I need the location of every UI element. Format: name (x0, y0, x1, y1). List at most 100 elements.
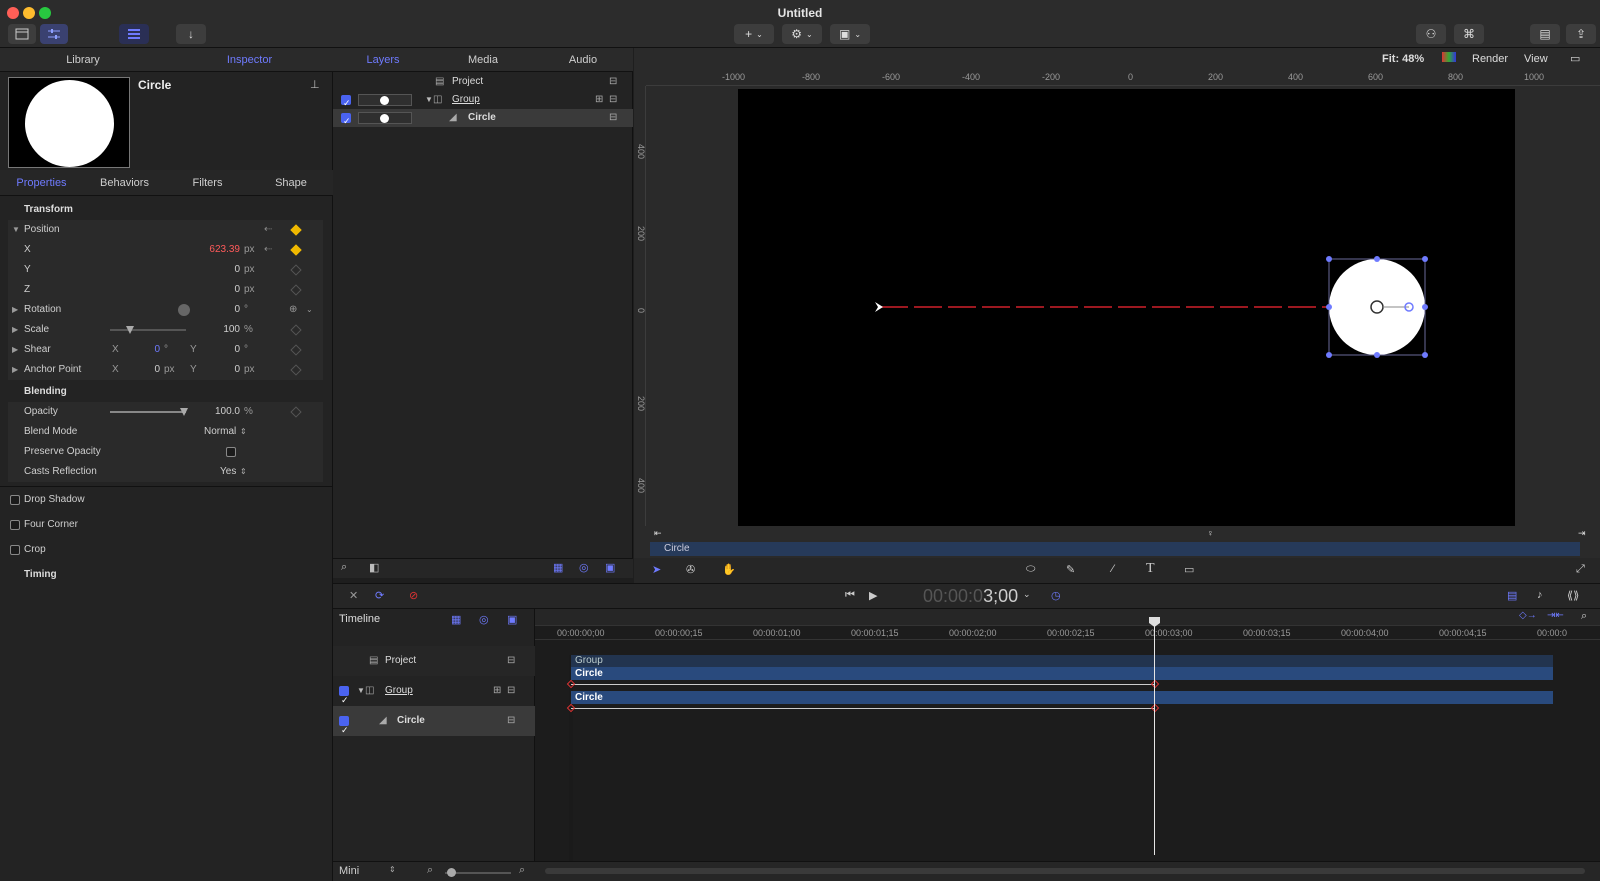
handle-top[interactable] (1374, 256, 1380, 262)
reset-arrow-icon[interactable]: ⇠ (264, 220, 272, 240)
handle-left[interactable] (1326, 304, 1332, 310)
group-type-icon[interactable]: ⊞ (595, 91, 603, 109)
view-menu[interactable]: View (1524, 53, 1548, 65)
inspector-toggle-button[interactable] (40, 24, 68, 44)
anchor-y-field[interactable]: 0 (208, 360, 240, 380)
playhead-marker-icon[interactable]: ♀ (1207, 528, 1214, 538)
new-group-icon[interactable]: ◧ (369, 561, 379, 574)
track-circle[interactable]: Circle (571, 691, 1553, 704)
crop-row[interactable]: Crop (0, 540, 315, 560)
lock-icon[interactable]: ⊟ (609, 73, 617, 91)
disclosure-open-icon[interactable]: ▼ (12, 220, 20, 240)
circle-visibility-checkbox[interactable] (339, 715, 349, 745)
keyframe-on-icon[interactable] (290, 244, 302, 256)
zoom-in-icon[interactable]: ⌕ (519, 864, 525, 877)
share-button[interactable]: ⇪ (1566, 24, 1596, 44)
layer-row-circle[interactable]: ◢ Circle ⊟ (333, 109, 633, 130)
command-button[interactable]: ⌘ (1454, 24, 1484, 44)
timeline-row-group[interactable]: ▼ ◫ Group ⊞ ⊟ (333, 676, 535, 715)
export-button[interactable]: ↓ (176, 24, 206, 44)
add-object-menu[interactable]: + ⌄ (734, 24, 774, 44)
grid-icon[interactable]: ▦ (553, 561, 563, 574)
tab-behaviors[interactable]: Behaviors (83, 170, 166, 196)
position-z-field[interactable]: 0 (188, 280, 240, 300)
circle-visibility-checkbox[interactable] (341, 112, 351, 130)
zoom-slider-knob[interactable] (447, 868, 456, 877)
crosshair-icon[interactable]: ⊕ (289, 300, 297, 320)
mask-icon[interactable]: ◎ (579, 561, 589, 574)
share-link-button[interactable]: ⚇ (1416, 24, 1446, 44)
shear-y-field[interactable]: 0 (208, 340, 240, 360)
bezier-tool-icon[interactable]: ✎ (1066, 563, 1075, 576)
paint-stroke-tool-icon[interactable]: ⁄ (1112, 563, 1114, 575)
disclosure-closed-icon[interactable]: ▶ (12, 320, 18, 340)
track-group-header[interactable]: Group (571, 655, 1553, 667)
text-tool-icon[interactable]: T (1146, 561, 1155, 577)
scale-row[interactable]: ▶ Scale 100 % (8, 320, 323, 340)
behaviors-menu[interactable]: ⚙ ⌄ (782, 24, 822, 44)
position-x-field[interactable]: 623.39 (188, 240, 240, 260)
pin-icon[interactable]: ⊥ (310, 78, 320, 91)
expand-icon[interactable]: ⤢ (1576, 563, 1585, 576)
keyframe-off-icon[interactable] (290, 264, 302, 276)
mask-tool-icon[interactable]: ▭ (1184, 563, 1194, 576)
reset-arrow-icon[interactable]: ⇠ (264, 240, 272, 260)
go-to-start-icon[interactable]: ⏮ (845, 589, 855, 602)
mask-icon[interactable]: ◎ (479, 613, 489, 626)
keyframe-nav-icon[interactable]: ◇→ (1519, 610, 1537, 621)
render-menu[interactable]: Render (1472, 53, 1508, 65)
tab-audio[interactable]: Audio (533, 48, 633, 72)
timeline-scrollbar[interactable] (545, 868, 1585, 874)
preserve-opacity-checkbox[interactable] (226, 447, 236, 457)
filters-menu[interactable]: ▣ ⌄ (830, 24, 870, 44)
tab-properties[interactable]: Properties (0, 170, 83, 196)
audio-icon[interactable]: ♪ (1537, 589, 1543, 601)
tab-library[interactable]: Library (0, 48, 166, 72)
shear-row[interactable]: ▶ Shear X 0 ° Y 0 ° (8, 340, 323, 360)
four-corner-row[interactable]: Four Corner (0, 515, 315, 535)
tab-filters[interactable]: Filters (166, 170, 249, 196)
adjust-tool-icon[interactable]: ✇ (686, 563, 695, 576)
shear-x-field[interactable]: 0 (138, 340, 160, 360)
clock-icon[interactable]: ◷ (1051, 589, 1061, 602)
scale-field[interactable]: 100 (198, 320, 240, 340)
handle-right[interactable] (1422, 304, 1428, 310)
chevron-down-icon[interactable]: ⌄ (1023, 589, 1031, 600)
blend-mode-select[interactable]: Normal (204, 422, 236, 442)
keyframe-off-icon[interactable] (290, 324, 302, 336)
updown-chevron-icon[interactable]: ⇕ (240, 422, 247, 442)
disclosure-closed-icon[interactable]: ▶ (12, 300, 18, 320)
position-row[interactable]: ▼ Position ⇠ (8, 220, 323, 240)
lock-icon[interactable]: ⊟ (609, 91, 617, 109)
in-point-icon[interactable]: ⇤ (654, 528, 662, 539)
anchor-point-row[interactable]: ▶ Anchor Point X 0 px Y 0 px (8, 360, 323, 380)
group-visibility-checkbox[interactable] (341, 94, 351, 112)
keyframe-editor-icon[interactable]: ⟪⟫ (1567, 589, 1579, 602)
lock-icon[interactable]: ⊟ (609, 109, 617, 127)
loop-icon[interactable]: ⟳ (375, 589, 384, 602)
chevron-down-icon[interactable]: ⌄ (306, 300, 313, 320)
scale-slider[interactable] (110, 329, 186, 331)
disclosure-closed-icon[interactable]: ▶ (12, 360, 18, 380)
timeline-row-project[interactable]: ▤ Project ⊟ (333, 646, 535, 676)
lock-icon[interactable]: ⊟ (507, 706, 515, 736)
library-toggle-button[interactable] (8, 24, 36, 44)
snap-icon[interactable]: ⇥⇤ (1547, 610, 1564, 621)
grid-icon[interactable]: ▦ (451, 613, 461, 626)
drop-shadow-row[interactable]: Drop Shadow (0, 490, 315, 510)
layers-stack-icon[interactable]: ▣ (507, 613, 517, 626)
timeline-row-circle[interactable]: ◢ Circle ⊟ (333, 706, 535, 745)
keyframe-marker[interactable] (1150, 703, 1160, 713)
mute-icon[interactable]: ✕ (349, 589, 358, 602)
handle-top-right[interactable] (1422, 256, 1428, 262)
position-y-field[interactable]: 0 (188, 260, 240, 280)
layout-icon[interactable]: ▭ (1570, 52, 1580, 65)
tab-shape[interactable]: Shape (249, 170, 333, 196)
track-size-select[interactable]: Mini (339, 865, 359, 877)
disclosure-open-icon[interactable]: ▼ (357, 676, 365, 706)
opacity-field[interactable]: 100.0 (198, 402, 240, 422)
rotation-row[interactable]: ▶ Rotation 0 ° ⊕ ⌄ (8, 300, 323, 320)
updown-chevron-icon[interactable]: ⇕ (389, 865, 396, 874)
circle-shape[interactable] (1329, 259, 1425, 355)
fit-zoom-menu[interactable]: Fit: 48% (1382, 53, 1424, 65)
